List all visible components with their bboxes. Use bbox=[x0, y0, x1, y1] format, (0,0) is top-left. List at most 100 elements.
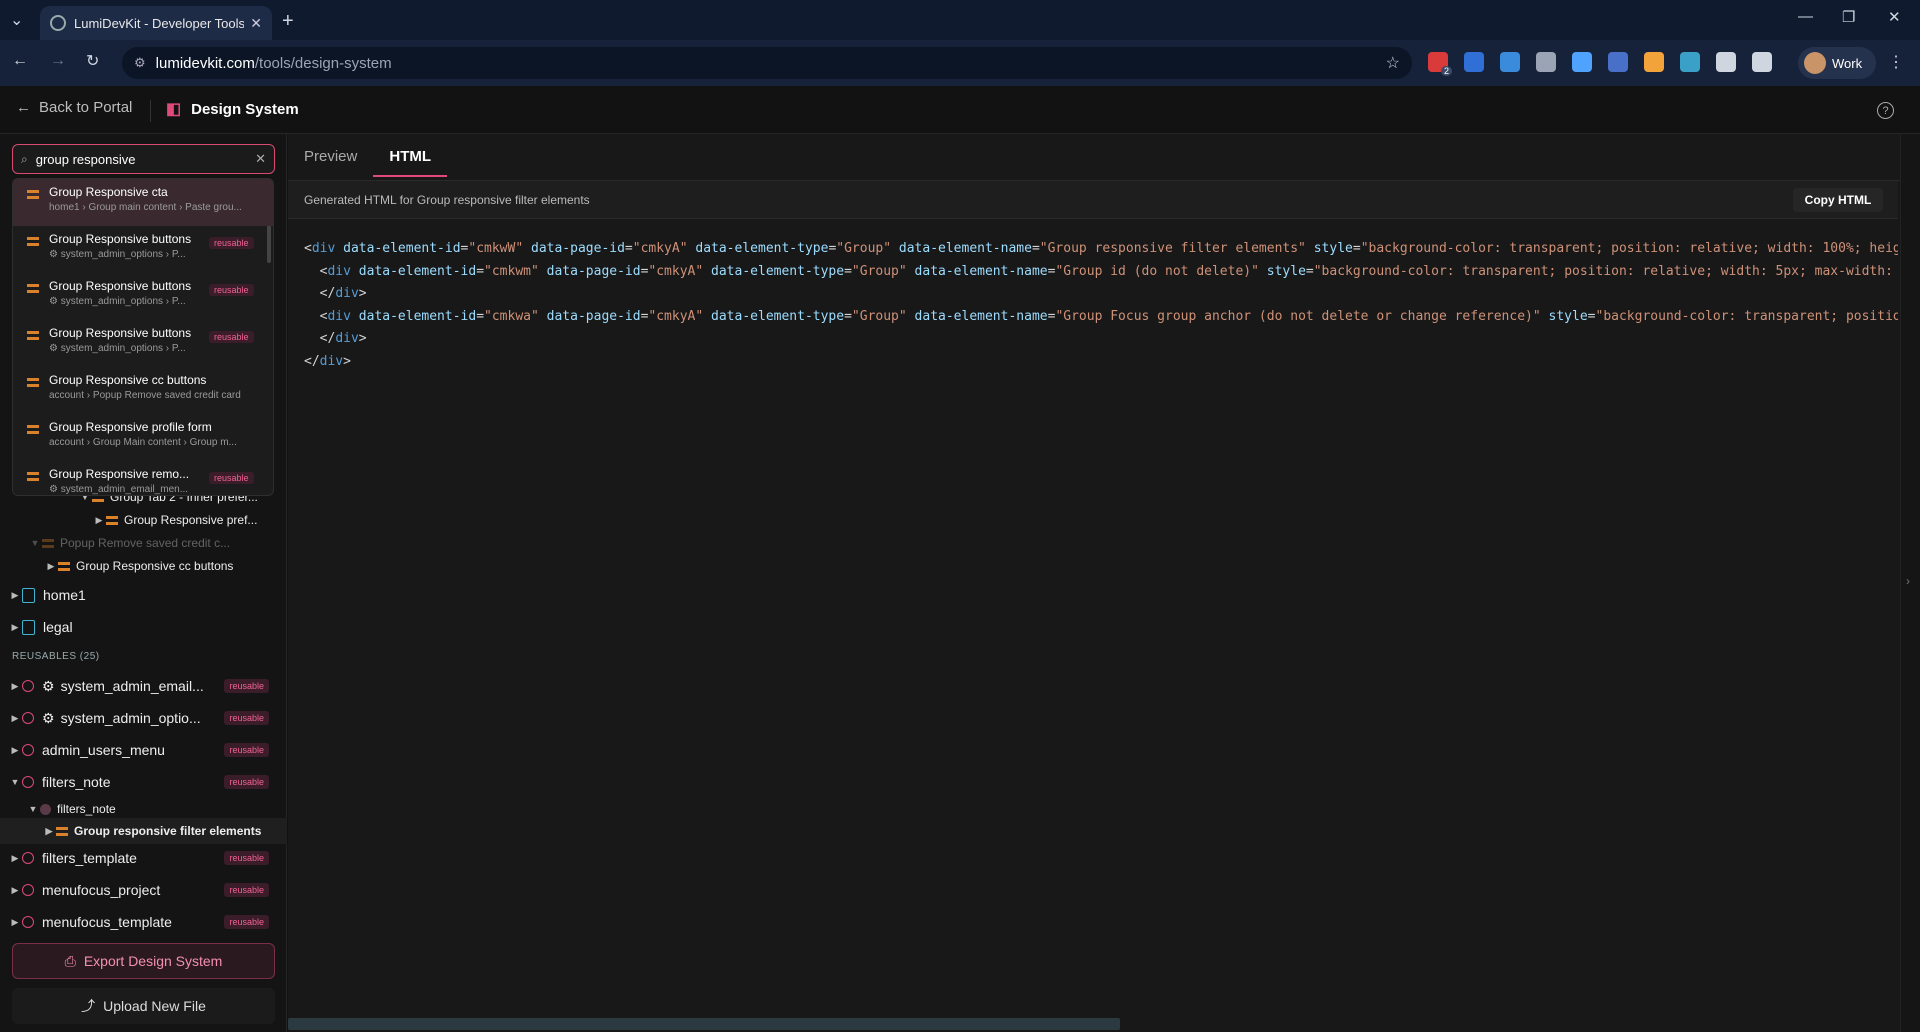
dropdown-item[interactable]: Group Responsive remo... ⚙ system_admin_e… bbox=[13, 461, 273, 495]
dropdown-item-path: ⚙ system_admin_options › P... bbox=[49, 249, 254, 260]
tree-row[interactable]: ▶ Group Responsive cc buttons bbox=[44, 553, 234, 579]
url-host: lumidevkit.com bbox=[155, 54, 255, 72]
extensions-menu-icon[interactable] bbox=[1752, 52, 1772, 72]
caret-down-icon[interactable]: ▼ bbox=[8, 777, 22, 787]
browser-menu-icon[interactable]: ⋮ bbox=[1888, 52, 1904, 72]
dropdown-item-path-text: system_admin_options › P... bbox=[60, 249, 186, 260]
page-title: ◧ Design System bbox=[166, 99, 299, 119]
tree-reusable[interactable]: ▼ filters_note reusable bbox=[8, 769, 287, 795]
dropdown-item[interactable]: Group Responsive cc buttons account › Pop… bbox=[13, 367, 273, 414]
tree-reusable[interactable]: ▶ menufocus_template reusable bbox=[8, 909, 287, 935]
dropdown-item[interactable]: Group Responsive buttons ⚙ system_admin_o… bbox=[13, 226, 273, 273]
caret-right-icon[interactable]: ▶ bbox=[8, 713, 22, 724]
tab-close-icon[interactable]: ✕ bbox=[250, 15, 262, 32]
code-token: = bbox=[1031, 241, 1040, 256]
caret-icon[interactable]: ▶ bbox=[92, 515, 106, 526]
gear-icon: ⚙ bbox=[49, 484, 61, 495]
extension-4-icon[interactable] bbox=[1536, 52, 1556, 72]
window-close-icon[interactable]: ✕ bbox=[1888, 8, 1901, 26]
tab-preview[interactable]: Preview bbox=[304, 148, 357, 177]
extension-1-icon[interactable]: 2 bbox=[1428, 52, 1452, 76]
code-token: < bbox=[304, 263, 328, 279]
tree-page-home1[interactable]: ▶ home1 bbox=[8, 582, 86, 608]
code-token: "Group id (do not delete)" bbox=[1055, 263, 1259, 279]
copy-html-button[interactable]: Copy HTML bbox=[1793, 188, 1883, 212]
component-icon bbox=[22, 712, 34, 724]
profile-button[interactable]: Work bbox=[1798, 47, 1876, 79]
extension-6-icon[interactable] bbox=[1608, 52, 1628, 72]
extension-8-icon[interactable] bbox=[1680, 52, 1700, 72]
extension-5-icon[interactable] bbox=[1572, 52, 1592, 72]
reload-icon[interactable]: ↻ bbox=[86, 51, 99, 71]
design-system-icon: ◧ bbox=[166, 101, 182, 118]
code-line: </div> bbox=[304, 328, 1898, 351]
extension-1-badge: 2 bbox=[1440, 66, 1452, 76]
tree-reusable[interactable]: ▶ filters_template reusable bbox=[8, 845, 287, 871]
address-bar[interactable]: ⚙ lumidevkit.com/tools/design-system ☆ bbox=[122, 47, 1412, 79]
help-icon[interactable]: ? bbox=[1877, 102, 1894, 119]
code-token: div bbox=[335, 331, 359, 346]
code-token: "cmkwm" bbox=[484, 263, 539, 279]
code-line: <div data-element-id="cmkwm" data-page-i… bbox=[304, 261, 1898, 284]
caret-right-icon[interactable]: ▶ bbox=[42, 826, 56, 837]
dropdown-item[interactable]: Group Responsive buttons ⚙ system_admin_o… bbox=[13, 273, 273, 320]
extension-7-icon[interactable] bbox=[1644, 52, 1664, 72]
dropdown-item[interactable]: Group Responsive buttons ⚙ system_admin_o… bbox=[13, 320, 273, 367]
back-to-portal-button[interactable]: ← Back to Portal bbox=[16, 99, 132, 116]
minimize-icon[interactable]: — bbox=[1798, 8, 1813, 25]
code-token: = bbox=[476, 308, 485, 324]
tree-reusable[interactable]: ▶ ⚙ system_admin_optio... reusable bbox=[8, 705, 287, 731]
search-icon: ⌕ bbox=[21, 151, 28, 166]
bookmark-star-icon[interactable]: ☆ bbox=[1386, 53, 1400, 73]
tab-favicon-icon bbox=[50, 15, 66, 31]
dropdown-item-path-text: home1 › Group main content › Paste grou.… bbox=[49, 202, 242, 213]
code-token: data-element-type bbox=[687, 241, 829, 256]
code-token: "cmkyA" bbox=[648, 263, 704, 279]
reusable-badge: reusable bbox=[209, 331, 254, 343]
caret-right-icon[interactable]: ▶ bbox=[8, 590, 22, 601]
extension-9-icon[interactable] bbox=[1716, 52, 1736, 72]
caret-icon[interactable]: ▼ bbox=[28, 538, 42, 548]
new-tab-icon[interactable]: + bbox=[282, 10, 294, 33]
caret-right-icon[interactable]: ▶ bbox=[8, 853, 22, 864]
dropdown-item-path-text: account › Popup Remove saved credit card bbox=[49, 390, 241, 401]
tab-html[interactable]: HTML bbox=[373, 148, 448, 177]
tree-reusable[interactable]: ▶ menufocus_project reusable bbox=[8, 877, 287, 903]
export-design-system-button[interactable]: ⎙ Export Design System bbox=[12, 943, 275, 979]
caret-down-icon[interactable]: ▼ bbox=[26, 804, 40, 814]
back-label: Back to Portal bbox=[39, 99, 133, 116]
browser-tab[interactable]: LumiDevKit - Developer Tools fo ✕ bbox=[40, 6, 272, 40]
clear-search-icon[interactable]: ✕ bbox=[255, 151, 266, 167]
site-info-icon[interactable]: ⚙ bbox=[134, 55, 146, 71]
dropdown-item[interactable]: Group Responsive profile form account › G… bbox=[13, 414, 273, 461]
forward-nav-icon[interactable]: → bbox=[50, 52, 66, 70]
extension-3-icon[interactable] bbox=[1500, 52, 1520, 72]
code-token: = bbox=[1305, 263, 1314, 279]
search-input[interactable]: ⌕ group responsive ✕ bbox=[12, 144, 275, 174]
caret-right-icon[interactable]: ▶ bbox=[8, 622, 22, 633]
tree-reusable[interactable]: ▶ admin_users_menu reusable bbox=[8, 737, 287, 763]
caret-icon[interactable]: ▶ bbox=[44, 561, 58, 572]
restore-icon[interactable]: ❐ bbox=[1842, 8, 1855, 26]
dropdown-item[interactable]: Group Responsive cta home1 › Group main c… bbox=[13, 179, 273, 226]
right-collapse-rail[interactable]: › bbox=[1900, 134, 1920, 1032]
caret-right-icon[interactable]: ▶ bbox=[8, 745, 22, 756]
caret-right-icon[interactable]: ▶ bbox=[8, 885, 22, 896]
extension-2-icon[interactable] bbox=[1464, 52, 1484, 72]
horizontal-scrollbar[interactable] bbox=[288, 1018, 1120, 1030]
back-nav-icon[interactable]: ← bbox=[12, 52, 28, 70]
dropdown-item-path: home1 › Group main content › Paste grou.… bbox=[49, 202, 254, 213]
tree-page-legal[interactable]: ▶ legal bbox=[8, 614, 73, 640]
code-token: < bbox=[304, 308, 328, 324]
caret-right-icon[interactable]: ▶ bbox=[8, 917, 22, 928]
upload-new-file-button[interactable]: ⤴ Upload New File bbox=[12, 988, 275, 1024]
search-value: group responsive bbox=[35, 151, 136, 167]
export-label: Export Design System bbox=[83, 953, 223, 969]
group-icon bbox=[27, 237, 39, 246]
code-token: data-page-id bbox=[538, 308, 641, 324]
caret-right-icon[interactable]: ▶ bbox=[8, 681, 22, 692]
tree-reusable[interactable]: ▶ ⚙ system_admin_email... reusable bbox=[8, 673, 287, 699]
code-token: style bbox=[1540, 308, 1588, 324]
tab-search-chevron-icon[interactable]: ⌄ bbox=[10, 10, 23, 30]
tree-selected-element[interactable]: ▶ Group responsive filter elements bbox=[0, 818, 287, 844]
